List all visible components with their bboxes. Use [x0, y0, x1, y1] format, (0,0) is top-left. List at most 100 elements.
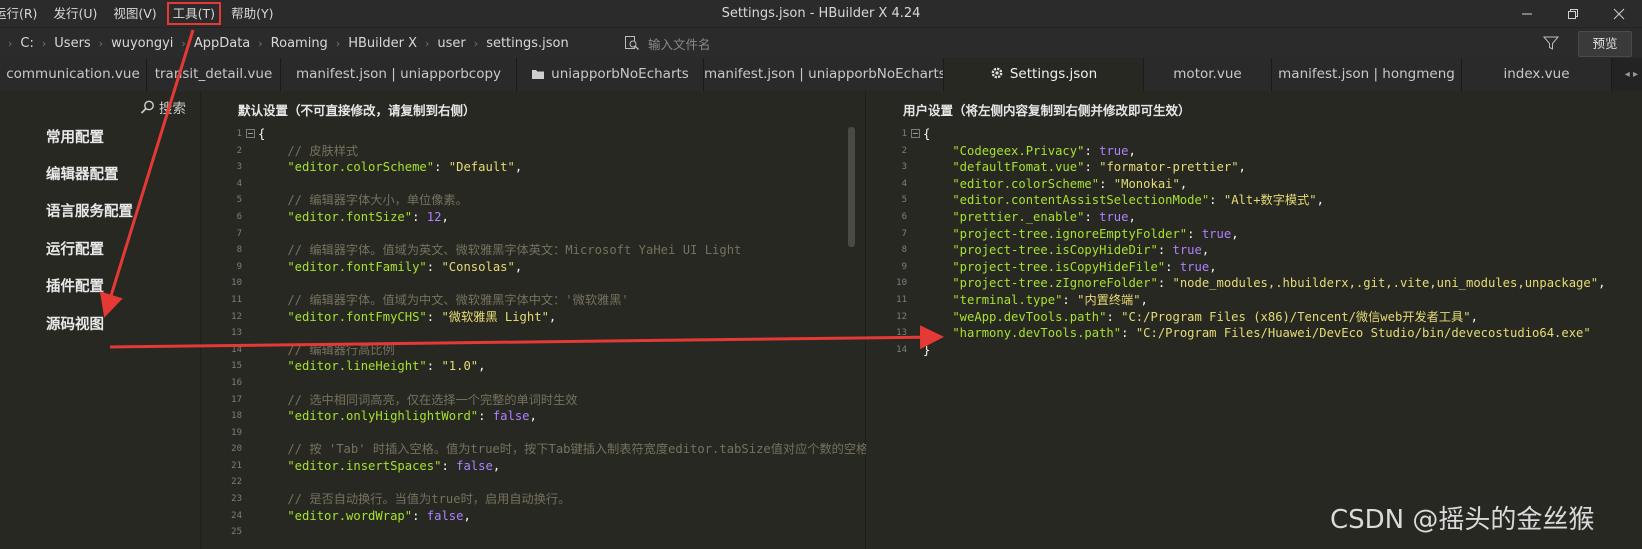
chevron-right-icon: › — [8, 36, 13, 50]
close-button[interactable] — [1596, 0, 1642, 27]
tab-transit-detail-vue[interactable]: transit_detail.vue — [147, 58, 281, 91]
code-line[interactable]: 14 // 编辑器行高比例 — [201, 342, 865, 359]
menu-help[interactable]: 帮助(Y) — [223, 0, 281, 27]
code-line[interactable]: 8 // 编辑器字体。值域为英文、微软雅黑字体英文：Microsoft YaHe… — [201, 242, 865, 259]
tab-index-vue[interactable]: index.vue — [1462, 58, 1612, 91]
code-line[interactable]: 14} — [866, 342, 1642, 359]
file-search-input[interactable]: 输入文件名 — [624, 32, 1524, 54]
code-line[interactable]: 3 "defaultFomat.vue": "formator-prettier… — [866, 159, 1642, 176]
code-line[interactable]: 2 "Codegeex.Privacy": true, — [866, 143, 1642, 160]
code-line[interactable]: 13 — [201, 325, 865, 342]
restore-button[interactable] — [1550, 0, 1596, 27]
code-line[interactable]: 4 — [201, 176, 865, 193]
code-line[interactable]: 7 — [201, 226, 865, 243]
code-line[interactable]: 17 // 选中相同词高亮，仅在选择一个完整的单词时生效 — [201, 392, 865, 409]
code-token: "editor.insertSpaces" — [258, 458, 442, 473]
menu-tools[interactable]: 工具(T) — [165, 0, 223, 27]
tab-motor-vue[interactable]: motor.vue — [1144, 58, 1272, 91]
minimize-button[interactable] — [1504, 0, 1550, 27]
sidebar-item-editor[interactable]: 编辑器配置 — [46, 163, 119, 184]
code-line[interactable]: 9 "editor.fontFamily": "Consolas", — [201, 259, 865, 276]
code-token: "Codegeex.Privacy" — [923, 143, 1085, 158]
sidebar-item-plugins[interactable]: 插件配置 — [46, 275, 104, 296]
code-line[interactable]: 18 "editor.onlyHighlightWord": false, — [201, 408, 865, 425]
code-text: // 编辑器行高比例 — [258, 342, 395, 359]
menu-run[interactable]: 运行(R) — [0, 0, 45, 27]
code-line[interactable]: 22 — [201, 474, 865, 491]
default-settings-code[interactable]: 1{2 // 皮肤样式 3 "editor.colorScheme": "Defa… — [201, 126, 868, 541]
code-line[interactable]: 8 "project-tree.isCopyHideDir": true, — [866, 242, 1642, 259]
breadcrumb-item[interactable]: AppData — [194, 36, 250, 51]
tab-scroll-arrows[interactable]: ◂ ▸ — [1625, 58, 1638, 91]
code-line[interactable]: 1{ — [866, 126, 1642, 143]
fold-toggle-icon[interactable] — [246, 129, 255, 138]
code-text: "editor.insertSpaces": false, — [258, 458, 500, 475]
preview-button[interactable]: 预览 — [1578, 31, 1632, 57]
code-line[interactable]: 15 "editor.lineHeight": "1.0", — [201, 358, 865, 375]
breadcrumb-item[interactable]: Users — [54, 36, 90, 51]
sidebar-item-language-service[interactable]: 语言服务配置 — [46, 200, 133, 221]
code-token: , — [463, 508, 471, 523]
code-line[interactable]: 3 "editor.colorScheme": "Default", — [201, 159, 865, 176]
code-line[interactable]: 23 // 是否自动换行。当值为true时，启用自动换行。 — [201, 491, 865, 508]
breadcrumb-item[interactable]: user — [437, 36, 465, 51]
code-line[interactable]: 12 "editor.fontFmyCHS": "微软雅黑 Light", — [201, 309, 865, 326]
tab-manifest-uniapporbcopy[interactable]: manifest.json | uniapporbcopy — [281, 58, 517, 91]
fold-toggle-icon[interactable] — [911, 129, 920, 138]
code-line[interactable]: 20 // 按 'Tab' 时插入空格。值为true时，按下Tab键插入制表符宽… — [201, 441, 868, 458]
breadcrumb-item[interactable]: HBuilder X — [348, 36, 417, 51]
code-line[interactable]: 5 "editor.contentAssistSelectionMode": "… — [866, 192, 1642, 209]
code-text: "weApp.devTools.path": "C:/Program Files… — [923, 309, 1478, 326]
sidebar-item-common[interactable]: 常用配置 — [46, 126, 104, 147]
code-line[interactable]: 16 — [201, 375, 865, 392]
code-token: "Alt+数字模式" — [1223, 193, 1317, 208]
sidebar-item-run[interactable]: 运行配置 — [46, 238, 104, 259]
code-token: , — [529, 409, 537, 424]
code-line[interactable]: 4 "editor.colorScheme": "Monokai", — [866, 176, 1642, 193]
code-line[interactable]: 24 "editor.wordWrap": false, — [201, 508, 865, 525]
menu-view[interactable]: 视图(V) — [105, 0, 164, 27]
scrollbar-track[interactable] — [1630, 91, 1642, 549]
breadcrumb-item[interactable]: settings.json — [486, 36, 569, 51]
code-line[interactable]: 6 "editor.fontSize": 12, — [201, 209, 865, 226]
line-number: 19 — [231, 427, 242, 438]
sidebar-item-source-view[interactable]: 源码视图 — [46, 313, 104, 334]
breadcrumb-item[interactable]: wuyongyi — [111, 36, 173, 51]
tab-communication-vue[interactable]: communication.vue — [0, 58, 147, 91]
code-line[interactable]: 9 "project-tree.isCopyHideFile": true, — [866, 259, 1642, 276]
address-bar: › C: › Users › wuyongyi › AppData › Roam… — [0, 27, 1642, 58]
code-text: "Codegeex.Privacy": true, — [923, 143, 1135, 160]
code-line[interactable]: 10 "project-tree.zIgnoreFolder": "node_m… — [866, 275, 1642, 292]
code-line[interactable]: 6 "prettier._enable": true, — [866, 209, 1642, 226]
code-line[interactable]: 25 — [201, 524, 865, 541]
code-token: // 编辑器行高比例 — [258, 342, 395, 357]
code-line[interactable]: 11 "terminal.type": "内置终端", — [866, 292, 1642, 309]
code-token: "editor.wordWrap" — [258, 508, 413, 523]
menu-publish[interactable]: 发行(U) — [45, 0, 105, 27]
code-token: "project-tree.ignoreEmptyFolder" — [923, 226, 1188, 241]
code-line[interactable]: 10 — [201, 275, 865, 292]
code-token: "weApp.devTools.path" — [923, 309, 1107, 324]
filter-icon[interactable] — [1542, 34, 1560, 52]
tab-manifest-uniapporbnoecharts[interactable]: manifest.json | uniapporbNoEcharts — [704, 58, 944, 91]
code-line[interactable]: 13 "harmony.devTools.path": "C:/Program … — [866, 325, 1642, 342]
user-settings-code[interactable]: 1{2 "Codegeex.Privacy": true, 3 "defaultF… — [866, 126, 1642, 358]
code-line[interactable]: 12 "weApp.devTools.path": "C:/Program Fi… — [866, 309, 1642, 326]
breadcrumb-item[interactable]: C: — [20, 36, 33, 51]
code-line[interactable]: 5 // 编辑器字体大小，单位像素。 — [201, 192, 865, 209]
code-line[interactable]: 11 // 编辑器字体。值域为中文、微软雅黑字体中文：'微软雅黑' — [201, 292, 865, 309]
sidebar-search[interactable]: 搜索 — [140, 97, 186, 117]
tab-settings-json[interactable]: Settings.json — [944, 58, 1144, 91]
code-line[interactable]: 21 "editor.insertSpaces": false, — [201, 458, 865, 475]
line-number: 10 — [231, 278, 242, 289]
code-token: , — [1209, 259, 1217, 274]
tab-uniapporbnoecharts[interactable]: uniapporbNoEcharts — [517, 58, 704, 91]
code-token: false — [426, 508, 464, 523]
code-line[interactable]: 19 — [201, 425, 865, 442]
tab-manifest-hongmeng[interactable]: manifest.json | hongmeng — [1272, 58, 1462, 91]
breadcrumb-item[interactable]: Roaming — [271, 36, 328, 51]
code-line[interactable]: 7 "project-tree.ignoreEmptyFolder": true… — [866, 226, 1642, 243]
code-line[interactable]: 1{ — [201, 126, 865, 143]
scrollbar-thumb[interactable] — [848, 127, 855, 247]
code-line[interactable]: 2 // 皮肤样式 — [201, 143, 865, 160]
